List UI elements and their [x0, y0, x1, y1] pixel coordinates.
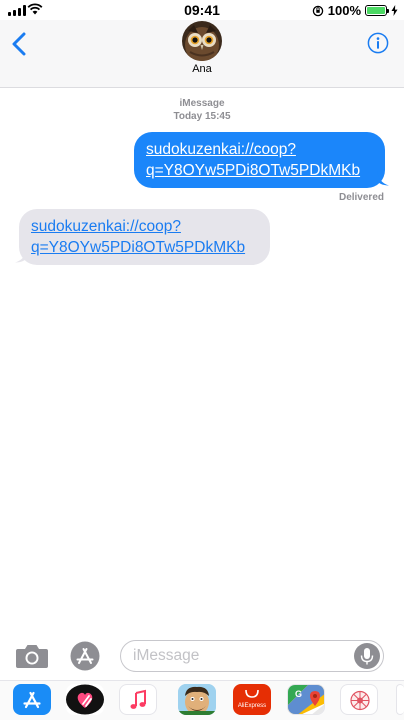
aliexpress-icon[interactable]: AliExpress — [233, 684, 271, 715]
link-line-2: q=Y8OYw5PDi8OTw5PDkMKb — [146, 162, 361, 179]
conversation-header: Ana — [0, 20, 404, 88]
incoming-message-bubble[interactable]: sudokuzenkai://coop? q=Y8OYw5PDi8OTw5PDkM… — [19, 209, 270, 265]
contact-name[interactable]: Ana — [0, 63, 404, 75]
link-line-2: q=Y8OYw5PDi8OTw5PDkMKb — [31, 239, 246, 256]
link-line-1: sudokuzenkai://coop? — [146, 141, 296, 158]
charging-bolt-icon — [391, 5, 398, 16]
info-icon[interactable] — [367, 32, 389, 54]
outgoing-message-bubble[interactable]: sudokuzenkai://coop? q=Y8OYw5PDi8OTw5PDkM… — [134, 132, 385, 188]
digital-touch-icon[interactable] — [66, 684, 104, 715]
link-line-1: sudokuzenkai://coop? — [31, 218, 181, 235]
app-label: AliExpress — [237, 703, 267, 709]
incoming-bubble-tail — [15, 247, 27, 263]
microphone-icon — [360, 648, 374, 665]
app-drawer: AliExpress G — [0, 680, 404, 720]
delivery-status: Delivered — [338, 192, 384, 203]
app-store-button[interactable] — [68, 641, 102, 671]
battery-percent: 100% — [327, 3, 361, 18]
app-store-icon — [70, 641, 100, 671]
more-apps-edge[interactable] — [396, 684, 404, 715]
conversation-meta: iMessage Today 15:45 — [0, 97, 404, 123]
outgoing-bubble-tail — [377, 170, 389, 186]
back-chevron-icon[interactable] — [10, 32, 30, 56]
music-icon[interactable] — [119, 684, 157, 715]
svg-text:G: G — [295, 689, 302, 699]
timestamp: Today 15:45 — [173, 111, 231, 122]
status-right: 100% — [312, 3, 398, 18]
camera-icon[interactable] — [15, 643, 49, 669]
message-input-field[interactable] — [120, 640, 384, 672]
message-link[interactable]: sudokuzenkai://coop? q=Y8OYw5PDi8OTw5PDkM… — [146, 141, 360, 179]
rotation-lock-icon — [312, 5, 323, 16]
contact-avatar[interactable] — [182, 21, 222, 61]
owl-avatar-icon — [182, 21, 222, 61]
battery-icon — [365, 5, 389, 16]
message-link[interactable]: sudokuzenkai://coop? q=Y8OYw5PDi8OTw5PDkM… — [31, 218, 245, 256]
animoji-icon[interactable] — [178, 684, 216, 715]
status-bar: 09:41 100% — [0, 0, 404, 20]
service-label: iMessage — [179, 98, 225, 109]
sudoku-icon[interactable] — [340, 684, 378, 715]
dictation-button[interactable] — [354, 643, 380, 669]
message-input[interactable] — [133, 647, 353, 665]
app-store-drawer-icon[interactable] — [13, 684, 51, 715]
google-maps-icon[interactable]: G — [287, 684, 325, 715]
